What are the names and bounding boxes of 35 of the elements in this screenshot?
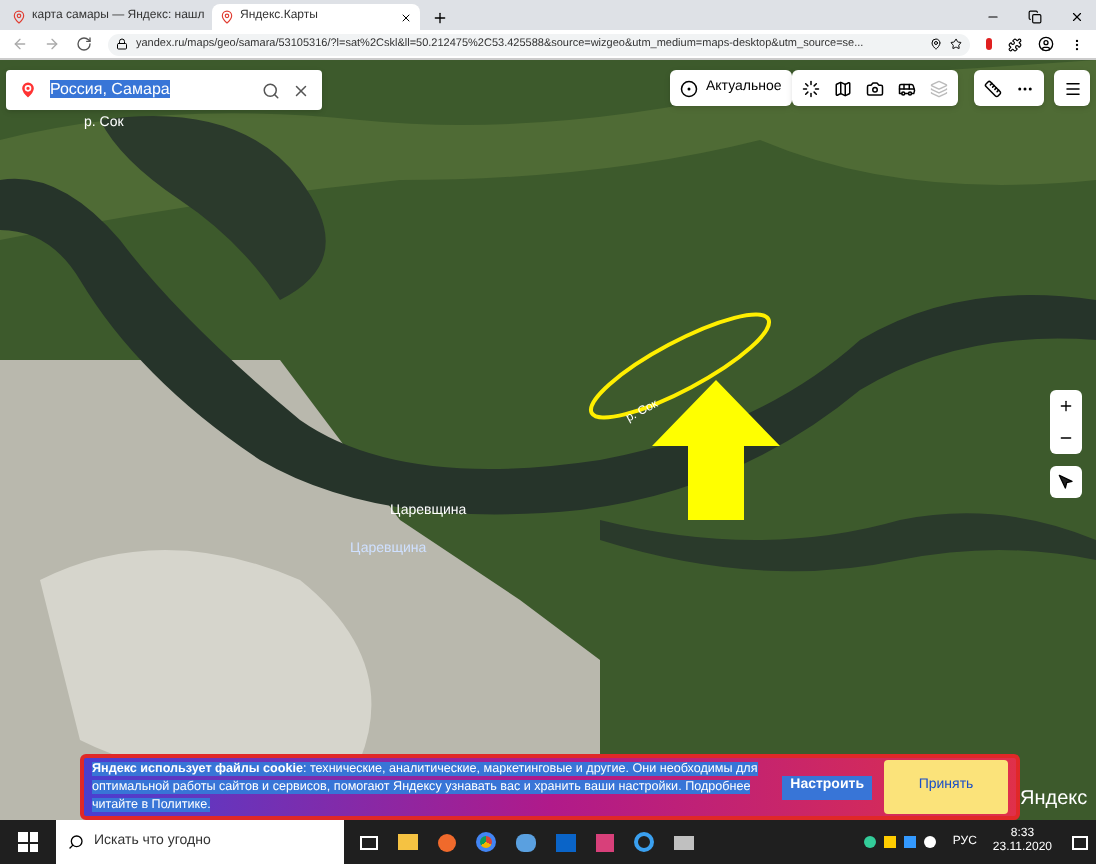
bookmark-star-icon[interactable] — [950, 38, 962, 50]
clear-icon[interactable] — [292, 81, 310, 99]
location-icon[interactable] — [930, 38, 942, 50]
location-pin-icon — [18, 80, 38, 100]
lock-icon — [116, 38, 128, 50]
geolocation-button[interactable] — [1050, 466, 1082, 498]
menu-button[interactable] — [1054, 70, 1090, 106]
tab-favicon-icon — [12, 10, 26, 24]
tab-favicon-icon — [220, 10, 234, 24]
bus-icon[interactable] — [898, 79, 916, 97]
extension-icon[interactable] — [986, 38, 992, 50]
app-icon[interactable] — [516, 833, 536, 851]
extensions-icon[interactable] — [1008, 37, 1022, 51]
windows-start-icon[interactable] — [18, 832, 38, 852]
menu-icon[interactable] — [1070, 37, 1084, 51]
camera-icon[interactable] — [866, 79, 884, 97]
search-field[interactable]: Россия, Самара — [6, 70, 322, 110]
close-icon[interactable] — [1070, 10, 1084, 24]
navigation-arrow-icon — [1058, 474, 1074, 490]
menu-icon — [1063, 79, 1081, 97]
profile-icon[interactable] — [1038, 36, 1054, 52]
zoom-in-icon[interactable] — [1058, 398, 1074, 414]
search-icon — [68, 834, 84, 850]
restore-icon[interactable] — [1028, 10, 1042, 24]
yandex-logo: Яндекс — [1020, 786, 1088, 814]
close-icon[interactable] — [400, 11, 412, 23]
search-icon[interactable] — [262, 81, 280, 99]
new-tab-icon[interactable] — [432, 10, 448, 26]
notifications-icon[interactable] — [1072, 835, 1088, 849]
target-icon — [680, 79, 698, 97]
task-view-icon[interactable] — [360, 835, 378, 849]
minimize-icon[interactable] — [986, 10, 1000, 24]
search-value: Россия, Самара — [50, 78, 172, 102]
reload-icon[interactable] — [76, 36, 92, 52]
ruler-icon[interactable] — [984, 79, 1002, 97]
